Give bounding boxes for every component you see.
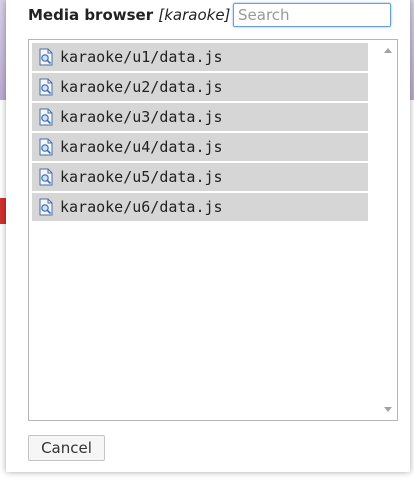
search-input[interactable] [233,3,391,27]
list-item-label: karaoke/u1/data.js [60,48,223,66]
media-list[interactable]: karaoke/u1/data.js karaoke/u2/data.js ka… [28,39,398,421]
scroll-up-arrow-icon[interactable] [384,48,392,53]
scroll-down-arrow-icon[interactable] [384,407,392,412]
list-item-label: karaoke/u5/data.js [60,168,223,186]
list-item[interactable]: karaoke/u3/data.js [32,103,368,131]
script-file-icon [39,168,53,186]
list-item[interactable]: karaoke/u2/data.js [32,73,368,101]
media-items: karaoke/u1/data.js karaoke/u2/data.js ka… [32,43,368,223]
media-browser-dialog: Media browser [karaoke] karaoke/u1/data.… [6,0,410,472]
cancel-button[interactable]: Cancel [28,435,105,461]
dialog-context-label: [karaoke] [158,6,231,24]
list-item[interactable]: karaoke/u5/data.js [32,163,368,191]
dialog-title: Media browser [karaoke] [28,6,230,24]
script-file-icon [39,48,53,66]
list-item[interactable]: karaoke/u1/data.js [32,43,368,71]
list-item[interactable]: karaoke/u4/data.js [32,133,368,161]
script-file-icon [39,198,53,216]
script-file-icon [39,138,53,156]
dialog-title-text: Media browser [28,6,154,24]
list-item-label: karaoke/u3/data.js [60,108,223,126]
list-item[interactable]: karaoke/u6/data.js [32,193,368,221]
list-scrollbar[interactable] [380,40,397,420]
script-file-icon [39,78,53,96]
list-item-label: karaoke/u6/data.js [60,198,223,216]
script-file-icon [39,108,53,126]
list-item-label: karaoke/u2/data.js [60,78,223,96]
list-item-label: karaoke/u4/data.js [60,138,223,156]
